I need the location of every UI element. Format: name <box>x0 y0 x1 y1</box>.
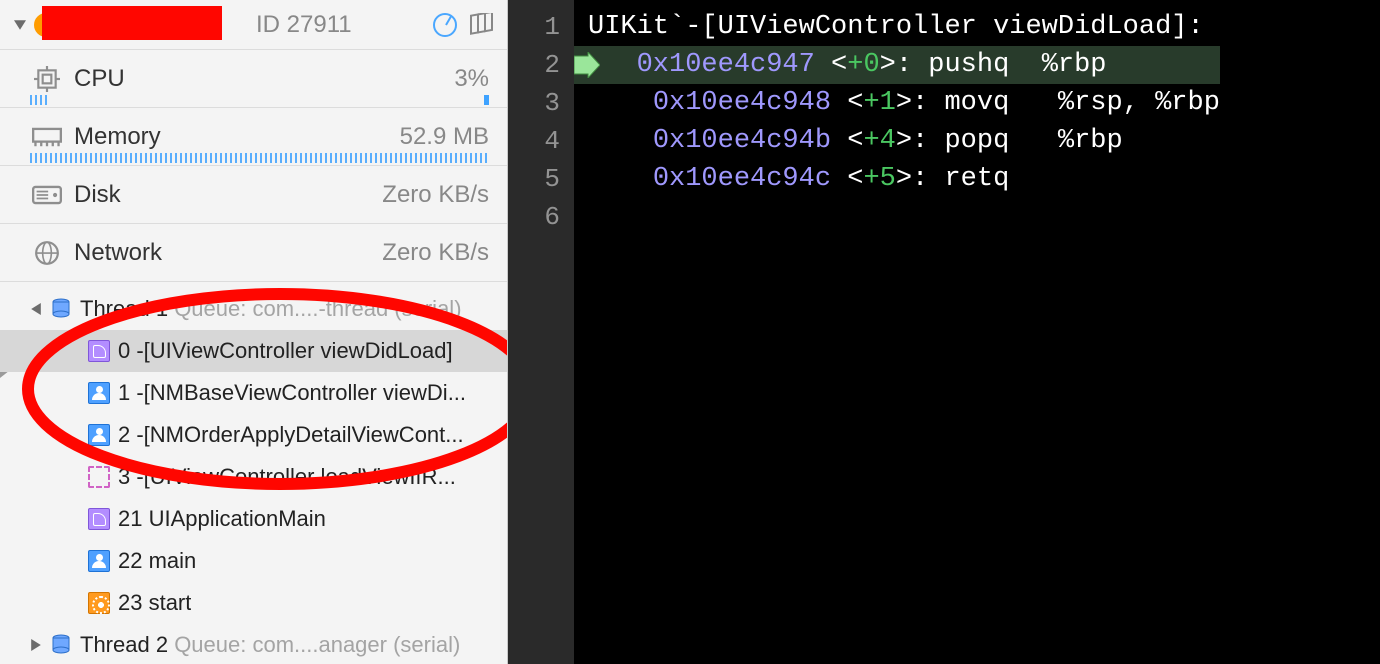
frame-label: 1 -[NMBaseViewController viewDi... <box>118 380 466 406</box>
code-line[interactable]: 0x10ee4c948 <+1>: movq %rsp, %rbp <box>574 84 1220 122</box>
program-counter-arrow-icon <box>574 46 600 84</box>
thread-spool-icon <box>50 298 72 320</box>
line-number: 4 <box>508 122 560 160</box>
disclosure-triangle-icon[interactable] <box>14 19 26 31</box>
frame-label: 2 -[NMOrderApplyDetailViewCont... <box>118 422 464 448</box>
process-row[interactable]: ID 27911 <box>0 0 507 50</box>
thread-spool-icon <box>50 634 72 656</box>
thread-label: Thread 1 Queue: com....-thread (serial) <box>80 296 462 322</box>
line-number: 1 <box>508 8 560 46</box>
stack-frame-row[interactable]: 2 -[NMOrderApplyDetailViewCont... <box>0 414 507 456</box>
line-number: 6 <box>508 198 560 236</box>
code-line[interactable] <box>574 198 1220 236</box>
metric-label: Network <box>74 239 162 267</box>
thread-name: Thread 2 <box>80 632 168 657</box>
debug-navigator-sidebar: ID 27911 CPU 3% Memory 52.9 MB Disk Zero… <box>0 0 508 664</box>
metric-network-row[interactable]: Network Zero KB/s <box>0 224 507 282</box>
metric-value: Zero KB/s <box>382 239 489 267</box>
metric-cpu-row[interactable]: CPU 3% <box>0 50 507 108</box>
metric-value: Zero KB/s <box>382 181 489 209</box>
frame-kind-icon <box>88 508 110 530</box>
metric-value: 3% <box>454 65 489 93</box>
thread-row-2[interactable]: Thread 2 Queue: com....anager (serial) <box>0 624 507 664</box>
thread-name: Thread 1 <box>80 296 168 321</box>
thread-row-1[interactable]: Thread 1 Queue: com....-thread (serial) <box>0 288 507 330</box>
process-pid: ID 27911 <box>256 11 352 39</box>
network-icon <box>32 240 62 266</box>
line-number: 5 <box>508 160 560 198</box>
thread-label: Thread 2 Queue: com....anager (serial) <box>80 632 460 658</box>
thread-queue: Queue: com....anager (serial) <box>174 632 460 657</box>
disassembly-editor[interactable]: 123456 UIKit`-[UIViewController viewDidL… <box>508 0 1380 664</box>
frame-kind-icon <box>88 340 110 362</box>
stack-frame-row[interactable]: 21 UIApplicationMain <box>0 498 507 540</box>
frame-label: 21 UIApplicationMain <box>118 506 326 532</box>
frame-label: 3 -[UIViewController loadViewIfR... <box>118 464 456 490</box>
frame-kind-icon <box>88 424 110 446</box>
stack-frame-row[interactable]: 0 -[UIViewController viewDidLoad] <box>0 330 507 372</box>
thread-queue: Queue: com....-thread (serial) <box>174 296 461 321</box>
code-line[interactable]: 0x10ee4c94c <+5>: retq <box>574 160 1220 198</box>
cpu-icon <box>32 66 62 92</box>
disclosure-triangle-icon[interactable] <box>30 639 42 651</box>
code-line[interactable]: UIKit`-[UIViewController viewDidLoad]: <box>574 8 1220 46</box>
line-number-gutter: 123456 <box>508 0 574 664</box>
code-line[interactable]: 0x10ee4c947 <+0>: pushq %rbp <box>574 46 1220 84</box>
redaction-overlay <box>42 6 222 40</box>
stack-frame-list: 0 -[UIViewController viewDidLoad] 1 -[NMB… <box>0 330 507 624</box>
gauge-icon[interactable] <box>433 13 457 37</box>
disk-icon <box>32 182 62 208</box>
frame-kind-icon <box>88 592 110 614</box>
stack-frame-row[interactable]: 22 main <box>0 540 507 582</box>
view-hierarchy-icon[interactable] <box>469 13 493 37</box>
metric-label: CPU <box>74 65 125 93</box>
metric-label: Disk <box>74 181 121 209</box>
frame-label: 0 -[UIViewController viewDidLoad] <box>118 338 453 364</box>
metric-label: Memory <box>74 123 161 151</box>
memory-icon <box>32 124 62 150</box>
line-number: 3 <box>508 84 560 122</box>
line-number: 2 <box>508 46 560 84</box>
frame-kind-icon <box>88 466 110 488</box>
metric-sparkline <box>30 95 489 105</box>
metric-memory-row[interactable]: Memory 52.9 MB <box>0 108 507 166</box>
disclosure-triangle-icon[interactable] <box>30 303 42 315</box>
frame-kind-icon <box>88 382 110 404</box>
metric-value: 52.9 MB <box>400 123 489 151</box>
frame-kind-icon <box>88 550 110 572</box>
stack-frame-row[interactable]: 23 start <box>0 582 507 624</box>
frame-label: 23 start <box>118 590 191 616</box>
code-line[interactable]: 0x10ee4c94b <+4>: popq %rbp <box>574 122 1220 160</box>
metric-disk-row[interactable]: Disk Zero KB/s <box>0 166 507 224</box>
frame-label: 22 main <box>118 548 196 574</box>
stack-frame-row[interactable]: 3 -[UIViewController loadViewIfR... <box>0 456 507 498</box>
stack-frame-row[interactable]: 1 -[NMBaseViewController viewDi... <box>0 372 507 414</box>
code-area[interactable]: UIKit`-[UIViewController viewDidLoad]: 0… <box>574 0 1220 664</box>
metric-sparkline <box>30 153 489 163</box>
